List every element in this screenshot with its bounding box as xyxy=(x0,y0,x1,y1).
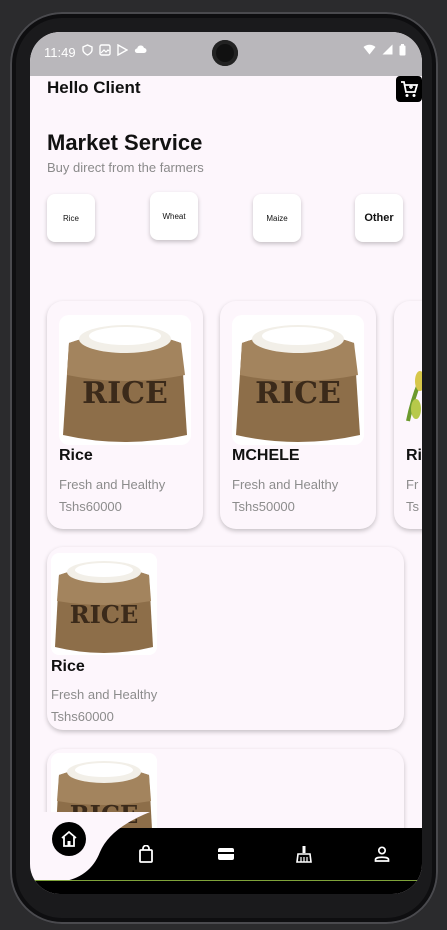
category-rice-button[interactable]: Rice xyxy=(47,194,95,242)
sack-label: RICE xyxy=(70,600,139,629)
category-label: Other xyxy=(364,212,394,224)
home-icon xyxy=(61,830,77,847)
product-name: Rice xyxy=(59,447,93,464)
play-store-icon xyxy=(117,44,128,56)
wallet-icon xyxy=(218,848,234,860)
cloud-icon xyxy=(134,45,147,53)
signal-icon xyxy=(382,44,393,55)
status-notification-icons xyxy=(82,44,147,56)
battery-icon xyxy=(399,44,406,56)
nav-clean-button[interactable] xyxy=(292,842,316,866)
category-label: Wheat xyxy=(162,211,186,221)
greeting-text: Hello Client xyxy=(47,78,141,97)
product-price: Ts xyxy=(406,499,419,514)
cart-button[interactable] xyxy=(396,76,422,102)
nav-shop-button[interactable] xyxy=(134,842,158,866)
image-icon xyxy=(99,44,111,56)
product-price: Tshs60000 xyxy=(51,709,114,724)
rice-sack-image: RICE xyxy=(232,315,364,445)
product-name: Rice xyxy=(51,658,85,675)
product-name: Ri xyxy=(406,447,422,464)
rice-sack-image: RICE xyxy=(51,553,157,655)
person-icon xyxy=(374,846,390,862)
product-price: Tshs50000 xyxy=(232,499,295,514)
category-label: Rice xyxy=(62,213,79,223)
category-label: Maize xyxy=(266,213,288,223)
nav-wallet-button[interactable] xyxy=(214,842,238,866)
sack-label: RICE xyxy=(255,376,341,411)
product-description: Fresh and Healthy xyxy=(59,477,166,492)
featured-product-card[interactable]: RICE MCHELE Fresh and Healthy Tshs50000 xyxy=(220,301,376,529)
page-subtitle: Buy direct from the farmers xyxy=(47,160,204,175)
featured-product-card[interactable]: Ri Fr Ts xyxy=(394,301,422,529)
bottom-navigation xyxy=(30,812,422,882)
gesture-area xyxy=(30,881,422,894)
rice-sack-image: RICE xyxy=(59,315,191,445)
app-screen: 11:49 Hello Client Market Service Buy di… xyxy=(30,32,422,894)
rice-plant-image xyxy=(406,371,422,422)
sack-label: RICE xyxy=(82,376,168,411)
product-description: Fresh and Healthy xyxy=(232,477,339,492)
product-price: Tshs60000 xyxy=(59,499,122,514)
shopping-bag-icon xyxy=(139,845,153,863)
product-description: Fresh and Healthy xyxy=(51,687,158,702)
cart-icon xyxy=(401,81,419,97)
category-other-button[interactable]: Other xyxy=(355,194,403,242)
product-list-card[interactable]: RICE Rice Fresh and Healthy Tshs60000 xyxy=(47,547,404,730)
broom-icon xyxy=(296,846,312,863)
front-camera xyxy=(212,40,238,66)
status-time: 11:49 xyxy=(44,45,76,60)
nav-profile-button[interactable] xyxy=(370,842,394,866)
main-content[interactable]: Hello Client Market Service Buy direct f… xyxy=(30,76,422,828)
shield-icon xyxy=(82,44,93,56)
wifi-icon xyxy=(363,44,376,55)
category-wheat-button[interactable]: Wheat xyxy=(150,192,198,240)
featured-product-card[interactable]: RICE Rice Fresh and Healthy Tshs60000 xyxy=(47,301,203,529)
category-maize-button[interactable]: Maize xyxy=(253,194,301,242)
nav-home-button[interactable] xyxy=(52,822,86,856)
nav-home-curve xyxy=(30,812,150,882)
status-bar: 11:49 xyxy=(30,32,422,76)
product-description: Fr xyxy=(406,477,419,492)
page-title: Market Service xyxy=(47,130,203,155)
status-system-icons xyxy=(363,44,406,56)
product-name: MCHELE xyxy=(232,447,300,464)
